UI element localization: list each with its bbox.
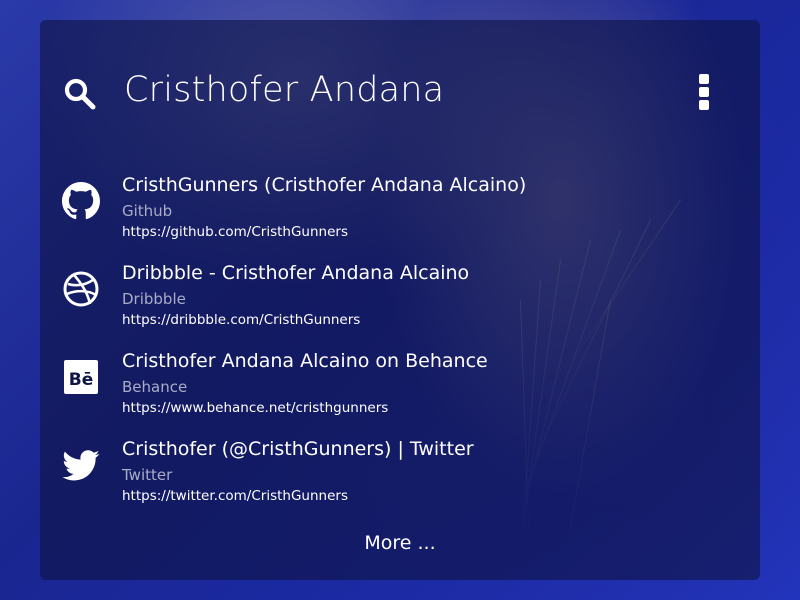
result-item-dribbble[interactable]: Dribbble - Cristhofer Andana Alcaino Dri… [40,262,760,342]
twitter-icon [62,446,100,484]
behance-icon: Bē [62,358,100,396]
result-source: Dribbble [122,290,186,308]
result-title[interactable]: CristhGunners (Cristhofer Andana Alcaino… [122,174,526,196]
result-source: Github [122,202,173,220]
svg-text:Bē: Bē [69,370,94,390]
search-icon[interactable] [62,76,98,112]
result-source: Twitter [122,466,173,484]
result-url[interactable]: https://github.com/CristhGunners [122,224,348,240]
result-url[interactable]: https://twitter.com/CristhGunners [122,488,348,504]
dribbble-icon [62,270,100,308]
github-icon [62,182,100,220]
result-item-twitter[interactable]: Cristhofer (@CristhGunners) | Twitter Tw… [40,438,760,518]
search-panel: Cristhofer Andana CristhGunners (Cristho… [40,20,760,580]
more-button[interactable]: More ... [40,532,760,554]
result-url[interactable]: https://www.behance.net/cristhgunners [122,400,388,416]
result-item-github[interactable]: CristhGunners (Cristhofer Andana Alcaino… [40,174,760,254]
result-item-behance[interactable]: Bē Cristhofer Andana Alcaino on Behance … [40,350,760,430]
result-title[interactable]: Cristhofer Andana Alcaino on Behance [122,350,488,372]
more-vertical-icon[interactable] [692,74,716,114]
result-title[interactable]: Cristhofer (@CristhGunners) | Twitter [122,438,474,460]
result-source: Behance [122,378,188,396]
search-bar: Cristhofer Andana [40,70,760,156]
result-url[interactable]: https://dribbble.com/CristhGunners [122,312,360,328]
search-input[interactable]: Cristhofer Andana [124,70,444,110]
result-title[interactable]: Dribbble - Cristhofer Andana Alcaino [122,262,469,284]
